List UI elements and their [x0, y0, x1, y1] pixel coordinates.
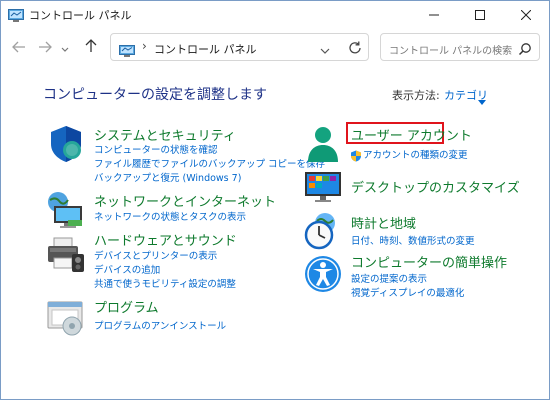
chevron-down-icon[interactable]: [319, 42, 331, 54]
breadcrumb-separator: ›: [142, 39, 147, 53]
maximize-button[interactable]: [457, 1, 503, 27]
window-title: コントロール パネル: [29, 9, 132, 22]
network-icon[interactable]: [46, 190, 86, 230]
control-panel-icon: [119, 42, 135, 57]
recent-locations-button[interactable]: [58, 37, 72, 57]
arrow-up-icon: [85, 38, 97, 57]
category-link[interactable]: 日付、時刻、数値形式の変更: [351, 233, 475, 247]
caret-down-icon[interactable]: [478, 91, 486, 105]
title-bar: コントロール パネル: [1, 1, 549, 27]
search-input[interactable]: コントロール パネルの検索: [380, 33, 540, 61]
control-panel-window: コントロール パネル › コントロール パネル コントロール パネルの検索 コン…: [0, 0, 550, 400]
category-title[interactable]: ネットワークとインターネット: [94, 191, 276, 210]
user-icon[interactable]: [303, 124, 343, 164]
chevron-down-icon: [61, 38, 69, 57]
category-link[interactable]: デバイスの追加: [94, 262, 160, 276]
up-button[interactable]: [81, 37, 101, 57]
back-button[interactable]: [9, 37, 29, 57]
category-link[interactable]: デバイスとプリンターの表示: [94, 248, 217, 262]
category-title[interactable]: 時計と地域: [351, 213, 416, 232]
category-link[interactable]: 視覚ディスプレイの最適化: [351, 285, 464, 299]
forward-button[interactable]: [35, 37, 55, 57]
search-icon[interactable]: [518, 41, 532, 56]
close-icon: [520, 5, 532, 24]
control-panel-icon: [8, 7, 24, 22]
search-placeholder: コントロール パネルの検索: [389, 46, 513, 57]
desktop-icon[interactable]: [303, 166, 343, 206]
breadcrumb[interactable]: コントロール パネル: [154, 41, 257, 57]
address-bar[interactable]: › コントロール パネル: [110, 33, 369, 61]
arrow-left-icon: [12, 38, 26, 57]
printer-icon[interactable]: [46, 234, 86, 274]
navigation-bar: › コントロール パネル コントロール パネルの検索: [1, 27, 549, 67]
category-link[interactable]: バックアップと復元 (Windows 7): [94, 170, 241, 184]
category-title[interactable]: デスクトップのカスタマイズ: [351, 177, 520, 196]
category-title[interactable]: コンピューターの簡単操作: [351, 252, 507, 271]
category-link[interactable]: ファイル履歴でファイルのバックアップ コピーを保存: [94, 156, 325, 170]
refresh-icon[interactable]: [347, 40, 363, 56]
programs-icon[interactable]: [46, 298, 86, 338]
category-title[interactable]: ユーザー アカウント: [351, 125, 472, 144]
accessibility-icon[interactable]: [303, 254, 343, 294]
category-link[interactable]: ネットワークの状態とタスクの表示: [94, 209, 246, 223]
category-link[interactable]: 共通で使うモビリティ設定の調整: [94, 276, 236, 290]
category-link[interactable]: コンピューターの状態を確認: [94, 142, 218, 156]
uac-shield-icon: [350, 147, 362, 162]
minimize-icon: [429, 5, 439, 24]
clock-icon[interactable]: [303, 211, 343, 251]
minimize-button[interactable]: [411, 1, 457, 27]
close-button[interactable]: [503, 1, 549, 27]
shield-icon[interactable]: [46, 124, 86, 164]
category-title[interactable]: ハードウェアとサウンド: [94, 230, 237, 249]
arrow-right-icon: [38, 38, 52, 57]
category-link[interactable]: プログラムのアンインストール: [94, 318, 226, 332]
category-title[interactable]: プログラム: [94, 297, 159, 316]
view-by-label: 表示方法:: [392, 89, 440, 102]
page-title: コンピューターの設定を調整します: [43, 87, 267, 103]
maximize-icon: [475, 5, 485, 24]
category-link[interactable]: アカウントの種類の変更: [363, 147, 468, 161]
category-link[interactable]: 設定の提案の表示: [351, 271, 427, 285]
